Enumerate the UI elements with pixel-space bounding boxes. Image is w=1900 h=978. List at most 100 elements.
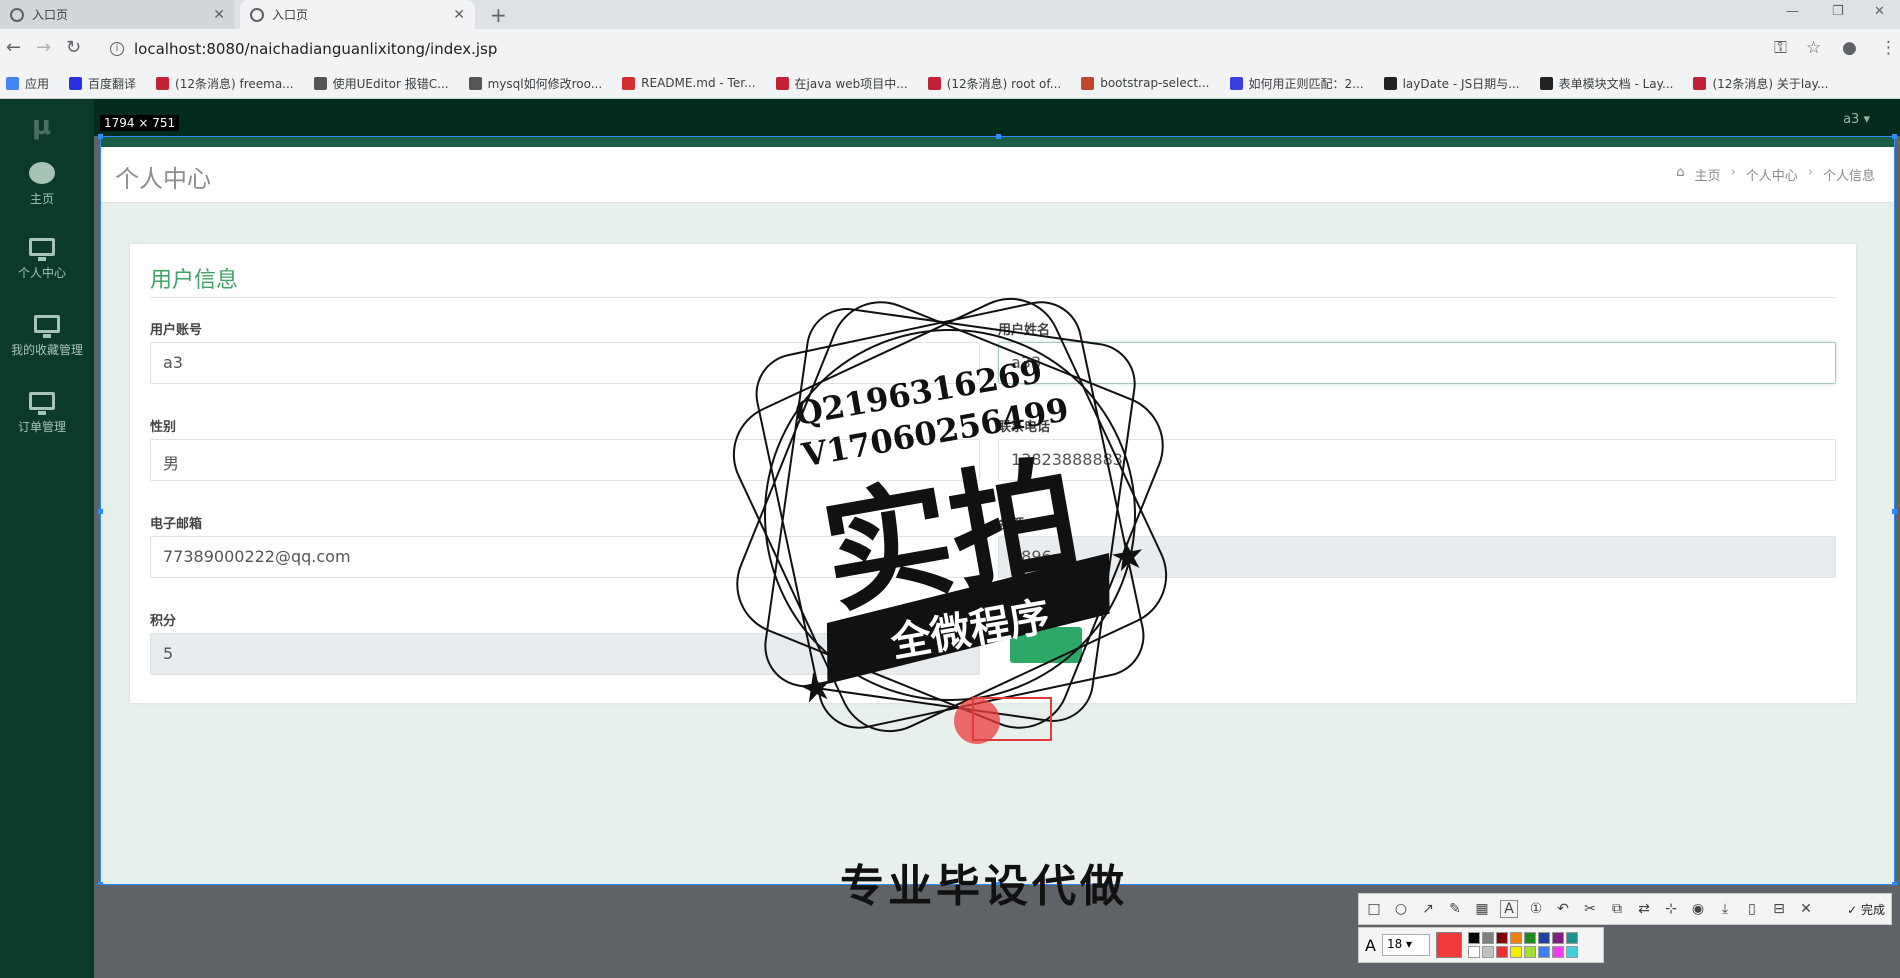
bookmark-item[interactable]: (12条消息) 关于lay...: [1693, 75, 1828, 92]
download-icon[interactable]: ⤓: [1716, 900, 1734, 918]
bookmark-item[interactable]: (12条消息) root of...: [927, 75, 1062, 92]
swatch[interactable]: [1523, 932, 1536, 944]
bookmark-item[interactable]: layDate - JS日期与...: [1383, 75, 1520, 92]
restore-icon[interactable]: ❐: [1832, 4, 1844, 19]
card-title: 用户信息: [150, 268, 239, 293]
swatch[interactable]: [1467, 946, 1480, 958]
swatch[interactable]: [1537, 932, 1550, 944]
browser-tab-2[interactable]: 入口页 ✕: [240, 0, 475, 29]
pen-tool-icon[interactable]: ✎: [1446, 900, 1464, 918]
browser-tab-1[interactable]: 入口页 ✕: [0, 0, 235, 29]
bookmark-item[interactable]: README.md - Ter...: [622, 76, 756, 90]
record-icon[interactable]: ◉: [1689, 900, 1707, 918]
rectangle-tool-icon[interactable]: □: [1365, 900, 1383, 918]
bookmark-label: 在java web项目中...: [794, 76, 908, 91]
swatch[interactable]: [1481, 946, 1494, 958]
ocr-icon[interactable]: ⧉: [1608, 900, 1626, 918]
swatch[interactable]: [1495, 932, 1508, 944]
sidebar-item-label: 主页: [29, 192, 54, 206]
bookmark-label: (12条消息) 关于lay...: [1712, 76, 1829, 91]
sidebar-item-orders[interactable]: 订单管理: [0, 392, 84, 435]
swatch[interactable]: [1481, 932, 1494, 944]
account-label: 用户账号: [150, 323, 203, 338]
bookmark-icon: [927, 76, 941, 90]
close-icon[interactable]: ✕: [1797, 900, 1815, 918]
swatch[interactable]: [1565, 932, 1578, 944]
bookmark-icon: [1229, 76, 1243, 90]
annotation-rectangle: [972, 697, 1052, 741]
menu-icon[interactable]: ⋮: [1880, 38, 1897, 58]
url-text: localhost:8080/naichadianguanlixitong/in…: [134, 39, 498, 58]
font-size-select[interactable]: 18 ▾: [1381, 934, 1430, 956]
bookmark-item[interactable]: 表单模块文档 - Lay...: [1539, 75, 1673, 92]
ellipse-tool-icon[interactable]: ○: [1392, 900, 1410, 918]
close-window-icon[interactable]: ✕: [1874, 4, 1885, 19]
bookmark-item[interactable]: (12条消息) freema...: [156, 75, 294, 92]
breadcrumb-level1[interactable]: 个人中心: [1746, 165, 1798, 184]
bookmark-icon: [313, 76, 327, 90]
swatch[interactable]: [1495, 946, 1508, 958]
bookmark-item[interactable]: 使用UEditor 报错C...: [313, 75, 449, 92]
undo-icon[interactable]: ↶: [1554, 900, 1572, 918]
profile-icon[interactable]: ●: [1842, 38, 1857, 58]
bookmarks-bar: 应用 百度翻译 (12条消息) freema... 使用UEditor 报错C... m…: [0, 68, 1900, 99]
reload-icon[interactable]: ↻: [66, 37, 81, 58]
bookmark-item[interactable]: 应用: [6, 75, 49, 92]
bookmark-item[interactable]: mysql如何修改roo...: [468, 75, 603, 92]
screenshot-toolbar: □ ○ ↗ ✎ ▦ A ① ↶ ✂ ⧉ ⇄ ⊹ ◉ ⤓ ▯ ⊟ ✕ ✓ 完成: [1358, 893, 1892, 925]
swatch[interactable]: [1537, 946, 1550, 958]
mosaic-tool-icon[interactable]: ▦: [1473, 900, 1491, 918]
url-input[interactable]: i localhost:8080/naichadianguanlixitong/…: [100, 34, 1740, 63]
swatch[interactable]: [1551, 932, 1564, 944]
sidebar-item-favorites[interactable]: 我的收藏管理: [0, 315, 94, 358]
home-icon: ⌂: [1676, 165, 1685, 180]
breadcrumb-home[interactable]: 主页: [1695, 165, 1721, 184]
bookmark-item[interactable]: 如何用正则匹配：2...: [1229, 75, 1364, 92]
bookmark-item[interactable]: bootstrap-select...: [1081, 76, 1210, 90]
user-menu[interactable]: a3 ▾: [1843, 112, 1870, 127]
current-color[interactable]: [1435, 932, 1462, 958]
sidebar-item-home[interactable]: 主页: [0, 162, 84, 207]
cut-icon[interactable]: ✂: [1581, 900, 1599, 918]
star-icon[interactable]: ☆: [1806, 38, 1821, 58]
info-icon[interactable]: i: [110, 41, 124, 56]
accent-bar: [100, 136, 1895, 147]
close-icon[interactable]: ✕: [453, 7, 465, 23]
font-size-value: 18: [1386, 937, 1403, 951]
swatch[interactable]: [1467, 932, 1480, 944]
bookmark-icon[interactable]: ⊟: [1770, 900, 1788, 918]
device-icon[interactable]: ▯: [1743, 900, 1761, 918]
bookmark-icon: [775, 76, 789, 90]
bookmark-label: (12条消息) root of...: [946, 76, 1062, 91]
gender-label: 性别: [150, 420, 177, 435]
bookmark-item[interactable]: 百度翻译: [69, 75, 136, 92]
breadcrumb-level2: 个人信息: [1822, 169, 1875, 184]
swatch[interactable]: [1509, 932, 1522, 944]
bookmark-icon: [1539, 76, 1553, 90]
done-button[interactable]: ✓ 完成: [1847, 901, 1885, 918]
minimize-icon[interactable]: —: [1786, 4, 1799, 19]
new-tab-icon[interactable]: +: [490, 3, 507, 27]
back-icon[interactable]: ←: [6, 37, 21, 58]
forward-icon[interactable]: →: [36, 37, 51, 58]
close-icon[interactable]: ✕: [213, 7, 225, 23]
sidebar-item-label: 个人中心: [17, 266, 66, 280]
swatch[interactable]: [1551, 946, 1564, 958]
bookmark-label: 百度翻译: [88, 76, 137, 91]
swatch[interactable]: [1523, 946, 1536, 958]
pin-icon[interactable]: ⊹: [1662, 900, 1680, 918]
swatch[interactable]: [1565, 946, 1578, 958]
translate-icon[interactable]: ⇄: [1635, 900, 1653, 918]
sidebar-item-personal-center[interactable]: 个人中心: [0, 238, 84, 281]
swatch[interactable]: [1509, 946, 1522, 958]
globe-icon: [250, 7, 264, 22]
bookmark-item[interactable]: 在java web项目中...: [775, 75, 908, 92]
text-tool-icon[interactable]: A: [1500, 900, 1518, 918]
number-tool-icon[interactable]: ①: [1527, 900, 1545, 918]
key-icon[interactable]: ⚿: [1774, 38, 1787, 58]
bookmark-icon: [1693, 76, 1707, 90]
bookmark-icon: [1081, 76, 1095, 90]
bookmark-label: mysql如何修改roo...: [487, 76, 603, 91]
done-label: 完成: [1860, 902, 1885, 917]
arrow-tool-icon[interactable]: ↗: [1419, 900, 1437, 918]
